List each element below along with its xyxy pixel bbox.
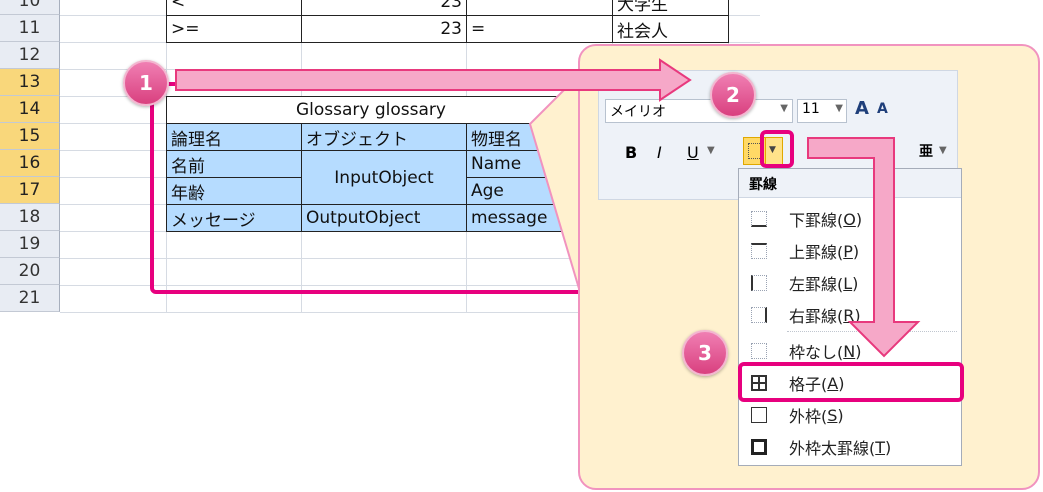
arrow-right-icon — [175, 58, 692, 102]
step-badge-3: 3 — [682, 330, 728, 376]
step-badge-1: 1 — [123, 60, 169, 106]
step-badge-2: 2 — [710, 72, 756, 118]
arrow-down-icon — [807, 137, 921, 358]
